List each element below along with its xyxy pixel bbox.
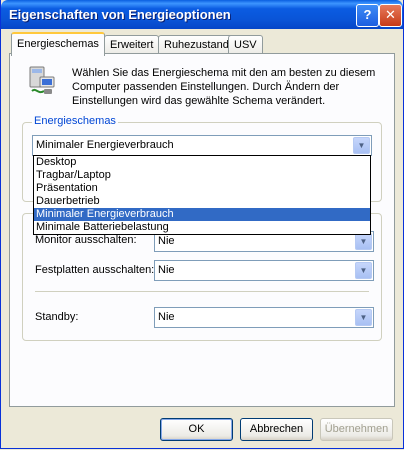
chevron-down-icon[interactable]: ▼ [353,137,370,154]
schemes-group-label: Energieschemas [32,115,118,127]
scheme-option-presentation[interactable]: Präsentation [34,182,370,195]
cancel-button[interactable]: Abbrechen [240,418,313,441]
chevron-down-icon[interactable]: ▼ [355,262,372,279]
disk-select-value: Nie [158,264,175,276]
window-title: Eigenschaften von Energieoptionen [9,7,231,22]
scheme-select-value: Minimaler Energieverbrauch [36,139,174,151]
scheme-option-laptop[interactable]: Tragbar/Laptop [34,169,370,182]
tab-energieschemas[interactable]: Energieschemas [11,32,105,56]
disk-label: Festplatten ausschalten: [35,264,155,276]
settings-divider [35,291,369,292]
standby-label: Standby: [35,311,79,323]
standby-select-value: Nie [158,311,175,323]
monitor-label: Monitor ausschalten: [35,234,137,246]
power-scheme-icon [29,66,55,94]
tab-usv[interactable]: USV [228,35,263,54]
chevron-down-icon[interactable]: ▼ [355,309,372,326]
tab-erweitert[interactable]: Erweitert [104,35,160,54]
ok-button[interactable]: OK [160,418,233,441]
scheme-select[interactable]: Minimaler Energieverbrauch ▼ [32,135,372,156]
scheme-option-minimal-power[interactable]: Minimaler Energieverbrauch [34,208,370,221]
standby-select[interactable]: Nie ▼ [154,307,374,328]
scheme-option-desktop[interactable]: Desktop [34,156,370,169]
scheme-option-always-on[interactable]: Dauerbetrieb [34,195,370,208]
help-button[interactable]: ? [356,4,379,27]
title-bar[interactable]: Eigenschaften von Energieoptionen ? ✕ [1,0,403,29]
scheme-option-max-battery[interactable]: Minimale Batteriebelastung [34,221,370,234]
disk-select[interactable]: Nie ▼ [154,260,374,281]
close-button[interactable]: ✕ [379,4,402,27]
chevron-down-icon[interactable]: ▼ [355,233,372,250]
apply-button[interactable]: Übernehmen [320,418,393,441]
tab-ruhezustand[interactable]: Ruhezustand [158,35,235,54]
description-text: Wählen Sie das Energieschema mit den am … [72,67,376,107]
scheme-dropdown-list: Desktop Tragbar/Laptop Präsentation Daue… [33,155,371,235]
